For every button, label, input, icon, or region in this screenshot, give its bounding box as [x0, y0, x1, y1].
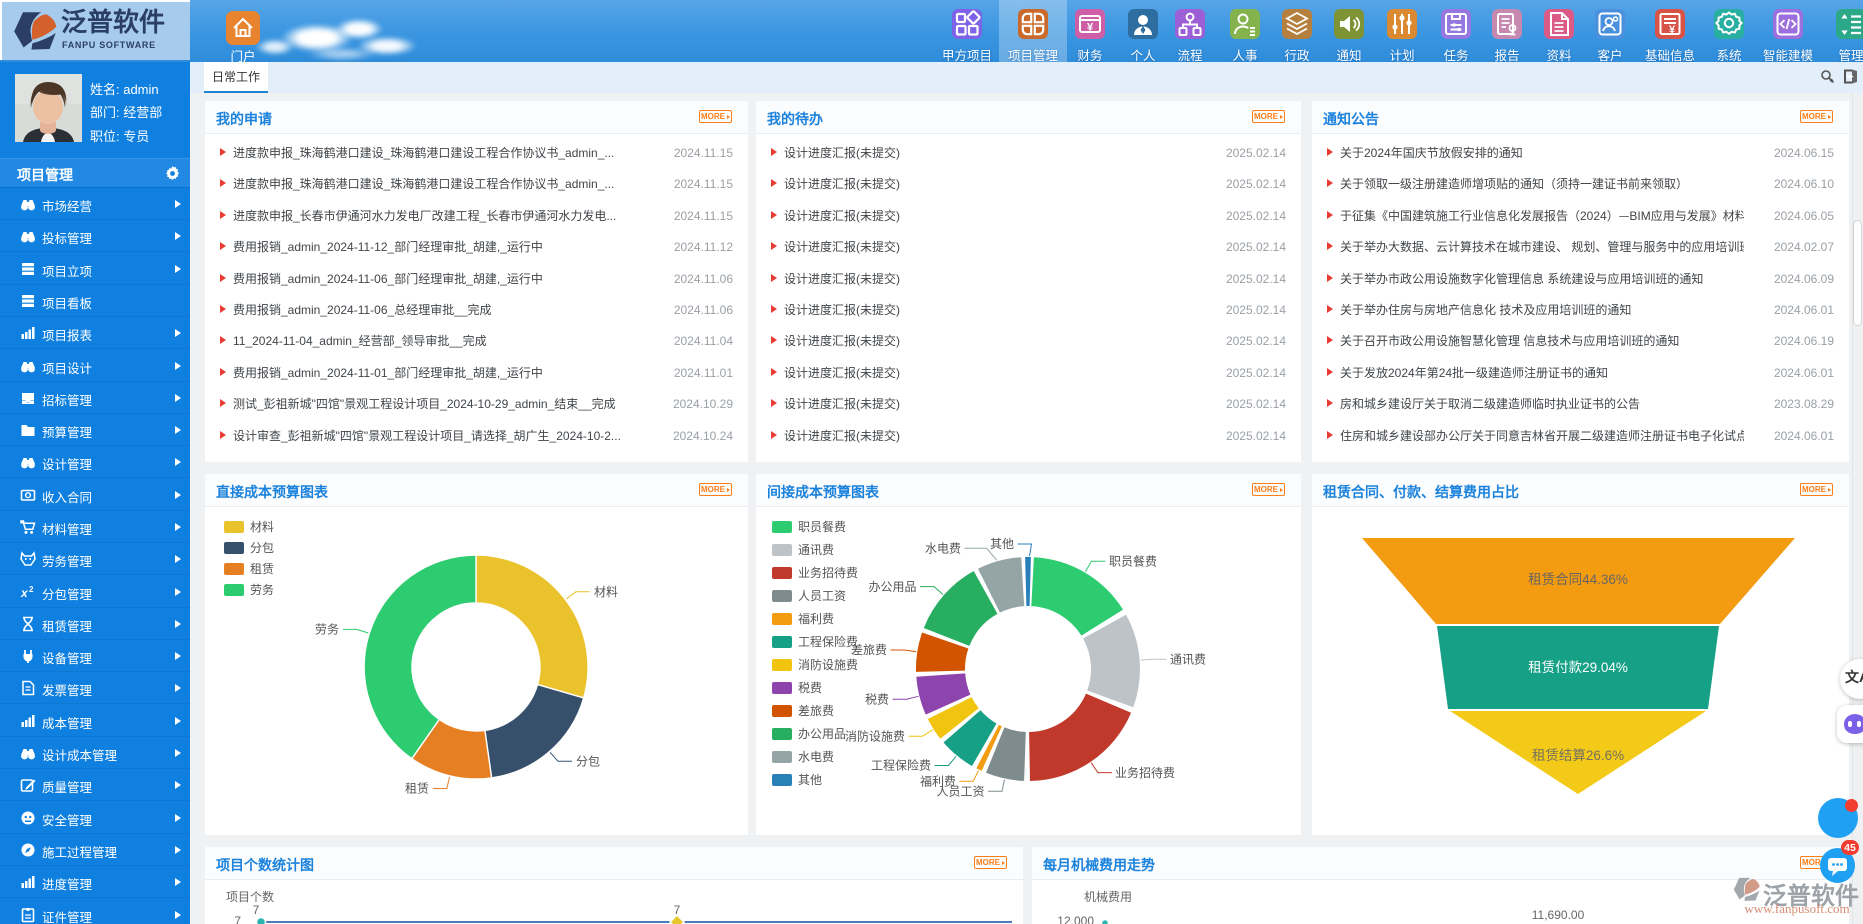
svg-text:材料: 材料 [594, 583, 618, 600]
svg-text:通讯费: 通讯费 [1170, 651, 1206, 668]
svg-text:消防设施费: 消防设施费 [845, 727, 905, 744]
svg-text:x: x [20, 584, 29, 600]
svg-text:¥: ¥ [1087, 19, 1094, 35]
svg-text:税费: 税费 [865, 690, 889, 707]
svg-text:水电费: 水电费 [925, 540, 961, 557]
svg-text:分包: 分包 [576, 753, 600, 770]
svg-text:租赁合同44.36%: 租赁合同44.36% [1528, 568, 1628, 588]
svg-text:工程保险费: 工程保险费 [871, 757, 931, 774]
svg-text:2: 2 [29, 584, 34, 595]
svg-text:劳务: 劳务 [315, 621, 339, 638]
svg-text:租赁结算26.6%: 租赁结算26.6% [1532, 744, 1624, 764]
svg-text:¥: ¥ [1669, 21, 1676, 37]
svg-text:职员餐费: 职员餐费 [1109, 553, 1157, 570]
svg-text:租赁: 租赁 [405, 780, 429, 797]
svg-text:办公用品: 办公用品 [868, 578, 916, 595]
svg-text:租赁付款29.04%: 租赁付款29.04% [1528, 656, 1628, 676]
svg-text:业务招待费: 业务招待费 [1115, 764, 1175, 781]
svg-text:福利费: 福利费 [920, 773, 956, 790]
svg-text:其他: 其他 [990, 535, 1014, 552]
